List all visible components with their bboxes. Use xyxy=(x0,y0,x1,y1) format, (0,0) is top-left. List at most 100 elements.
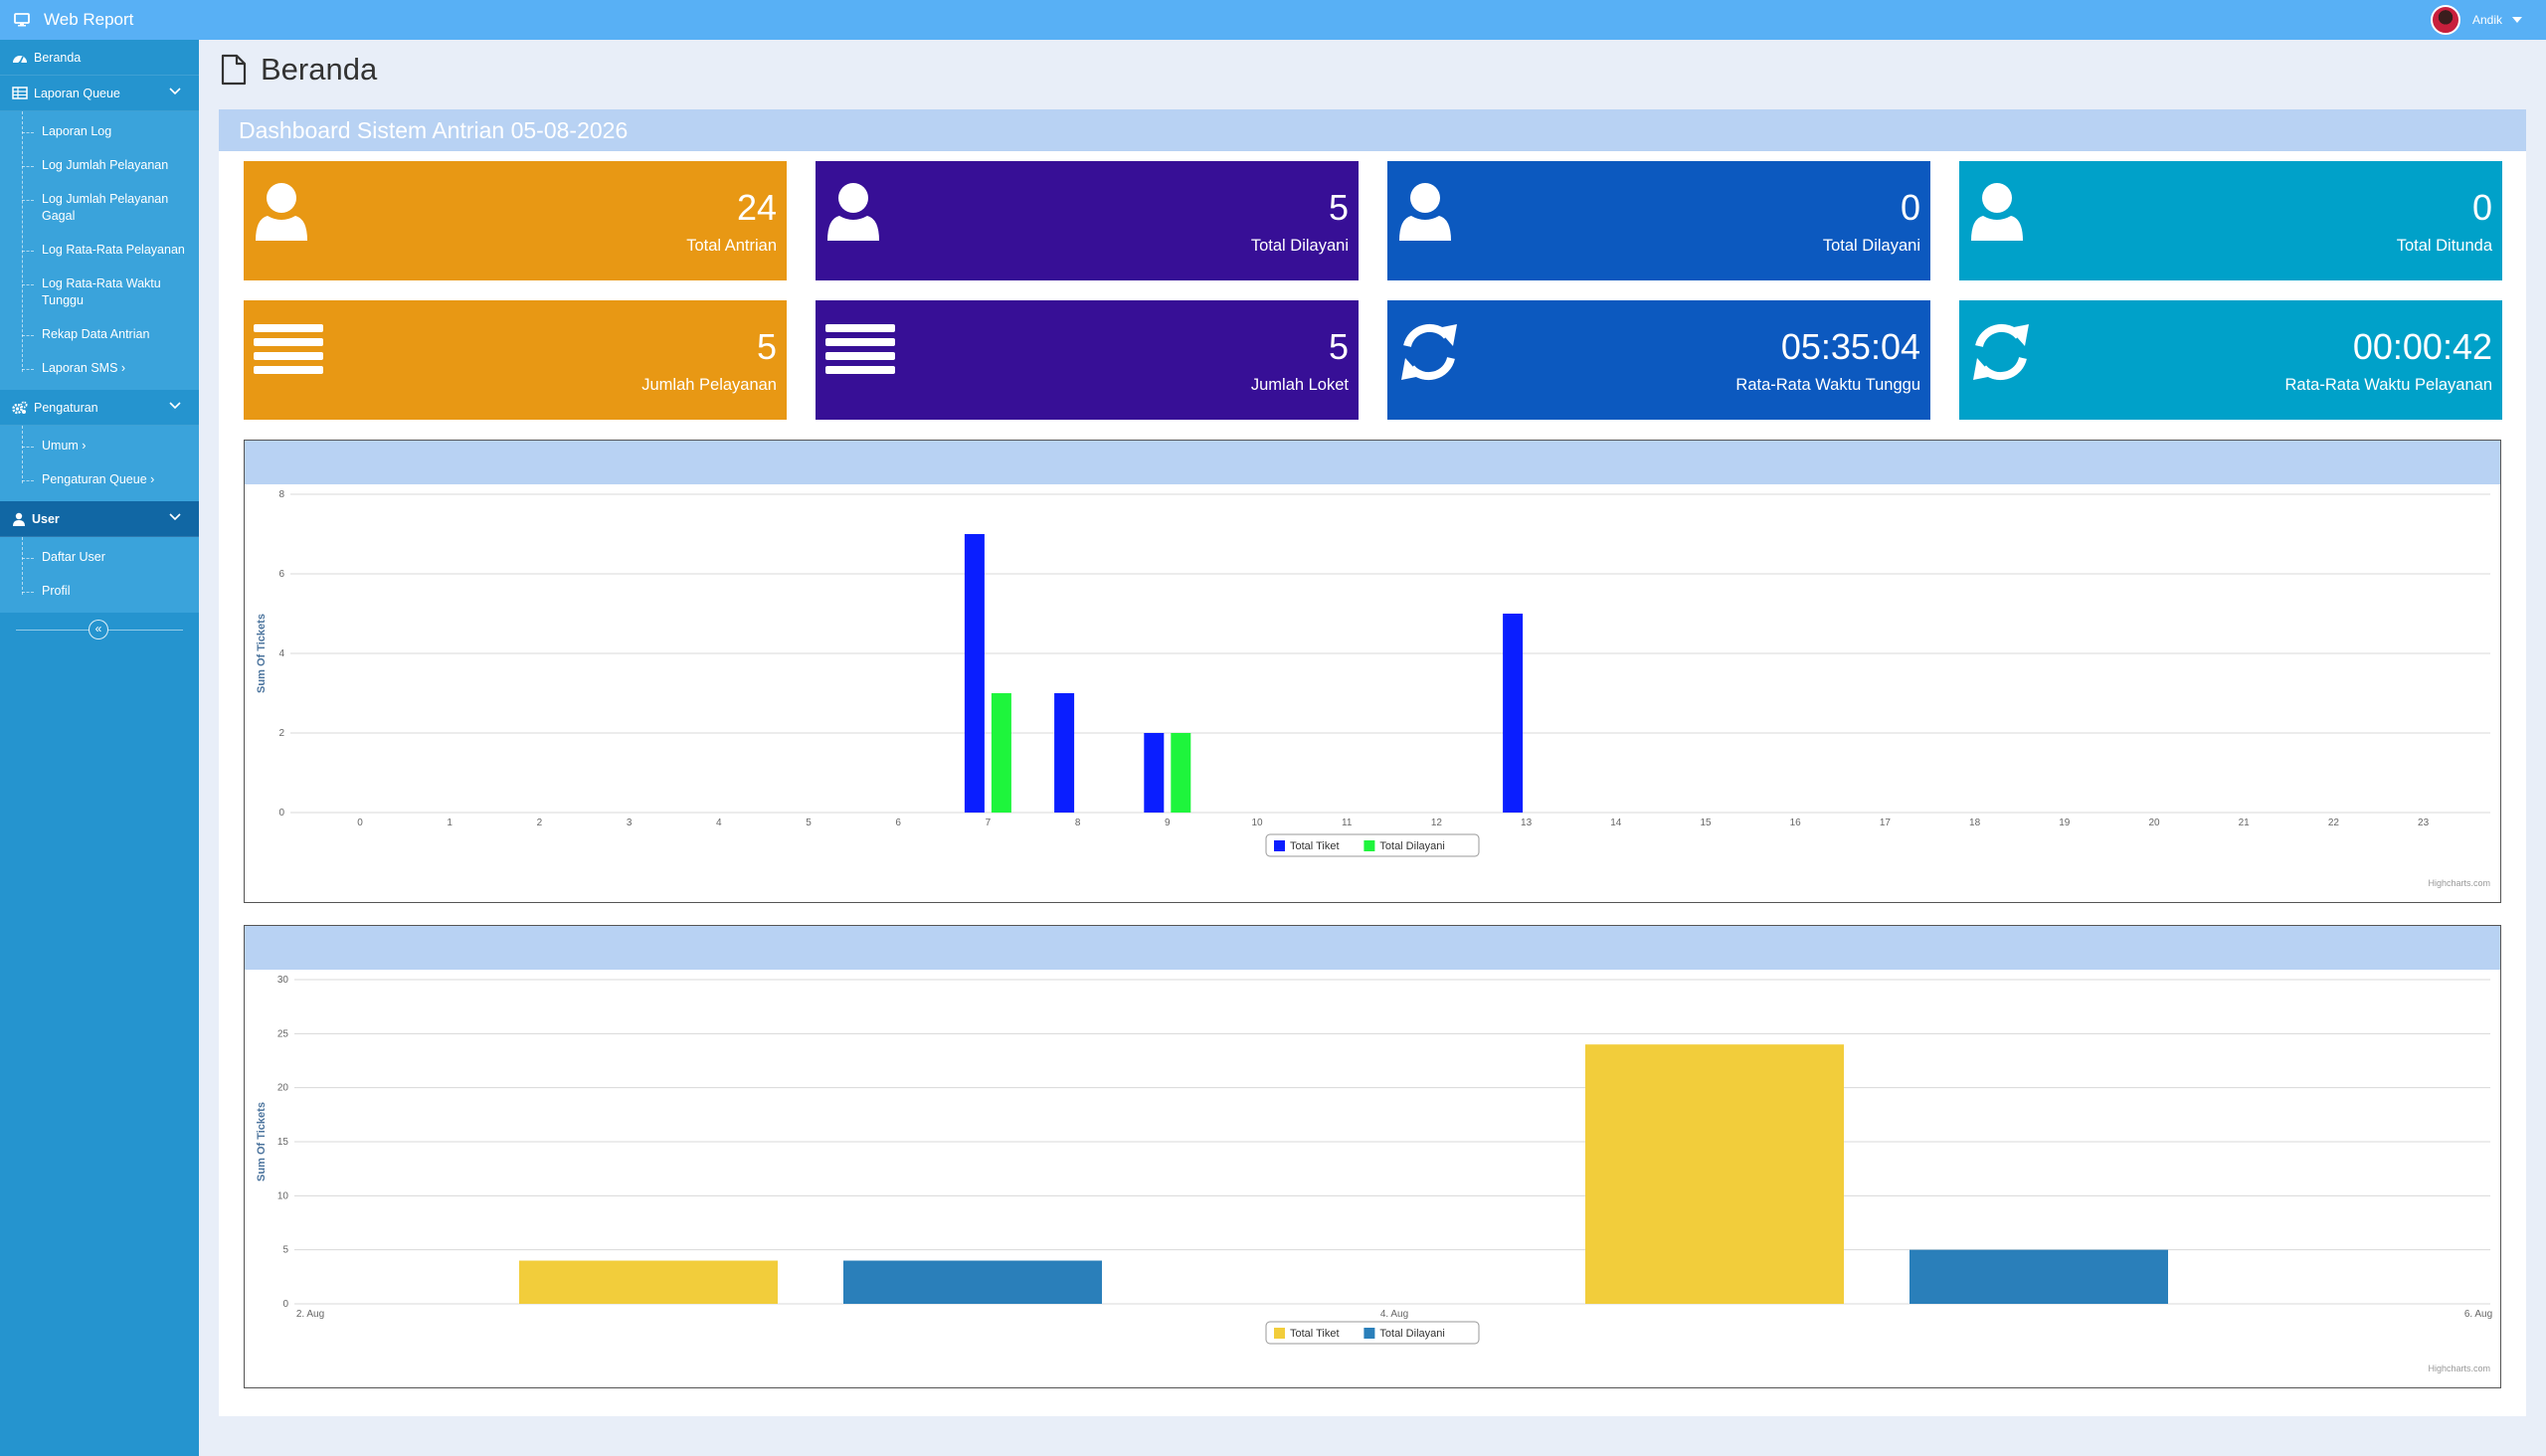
refresh-icon xyxy=(1401,323,1457,381)
stat-value: 0 xyxy=(1900,187,1920,228)
stat-value: 00:00:42 xyxy=(2352,326,2492,367)
sidebar-item-pengaturan[interactable]: Pengaturan xyxy=(0,390,199,426)
user-icon xyxy=(827,183,879,241)
sidebar-subitem-profil[interactable]: Profil xyxy=(0,575,199,609)
bar-total-dilayani-3Aug xyxy=(843,1260,1102,1304)
stat-label: Rata-Rata Waktu Tunggu xyxy=(1735,376,1920,394)
sidebar-subitem-log-jumlah-pelayanan[interactable]: Log Jumlah Pelayanan xyxy=(0,149,199,183)
y-tick-label: 5 xyxy=(282,1245,288,1256)
x-tick-label: 4. Aug xyxy=(1380,1309,1408,1320)
legend-swatch xyxy=(1274,840,1285,851)
x-tick-label: 12 xyxy=(1431,818,1443,828)
stat-card-rata-rata-waktu-tunggu: 05:35:04 Rata-Rata Waktu Tunggu xyxy=(1387,300,1930,420)
y-tick-label: 0 xyxy=(282,1299,288,1310)
bar-total-tiket-8 xyxy=(1054,693,1075,813)
y-axis-title: Sum Of Tickets xyxy=(256,1102,268,1182)
user-icon xyxy=(256,183,307,241)
refresh-icon xyxy=(1973,323,2029,381)
sidebar-item-beranda[interactable]: Beranda xyxy=(0,40,199,76)
x-tick-label: 6 xyxy=(895,818,901,828)
bar-total-tiket-9 xyxy=(1144,733,1165,813)
top-navbar: Web Report Andik xyxy=(0,0,2546,40)
y-tick-label: 15 xyxy=(277,1137,289,1148)
user-name: Andik xyxy=(2471,13,2502,27)
submenu-laporan-queue: Laporan Log Log Jumlah Pelayanan Log Jum… xyxy=(0,111,199,390)
sidebar-item-label: User xyxy=(32,511,60,526)
y-tick-label: 0 xyxy=(278,808,284,819)
bar-total-dilayani-7 xyxy=(991,693,1011,813)
x-tick-label: 17 xyxy=(1880,818,1892,828)
chevron-down-icon xyxy=(169,88,181,95)
bar-total-tiket-7 xyxy=(964,534,985,813)
chevron-down-icon xyxy=(169,513,181,521)
x-tick-label: 16 xyxy=(1790,818,1802,828)
sidebar-item-label: Beranda xyxy=(34,50,82,65)
stat-label: Total Dilayani xyxy=(1250,237,1349,255)
chart-daily-box: 0 5 10 15 20 25 30 Sum Of Tickets 2. Aug 4. Aug 6.… xyxy=(244,925,2501,1388)
chart-daily-header xyxy=(245,926,2500,970)
x-tick-label: 19 xyxy=(2059,818,2071,828)
chevron-down-icon xyxy=(169,402,181,410)
y-tick-label: 30 xyxy=(277,975,289,986)
stat-label: Total Ditunda xyxy=(2396,237,2492,255)
y-tick-label: 8 xyxy=(278,489,284,500)
stat-value: 24 xyxy=(736,187,777,228)
submenu-user: Daftar User Profil xyxy=(0,537,199,613)
sidebar-subitem-laporan-log[interactable]: Laporan Log xyxy=(0,115,199,149)
y-tick-label: 6 xyxy=(278,569,284,580)
user-menu[interactable]: Andik xyxy=(2430,0,2522,40)
x-tick-label: 15 xyxy=(1700,818,1712,828)
sidebar-subitem-daftar-user[interactable]: Daftar User xyxy=(0,541,199,575)
chart-credit: Highcharts.com xyxy=(2428,878,2490,888)
x-tick-label: 6. Aug xyxy=(2464,1309,2492,1320)
sidebar-subitem-rekap-data-antrian[interactable]: Rekap Data Antrian xyxy=(0,318,199,352)
x-tick-label: 13 xyxy=(1521,818,1533,828)
chart-hourly-header xyxy=(245,441,2500,484)
sidebar-collapse-button[interactable]: « xyxy=(89,620,108,639)
gears-icon xyxy=(12,401,28,414)
dashboard-heading: Dashboard Sistem Antrian 05-08-2026 xyxy=(219,109,2526,151)
brand-title: Web Report xyxy=(44,10,134,29)
stat-value: 5 xyxy=(1328,187,1349,228)
legend-swatch xyxy=(1364,1328,1375,1339)
x-tick-label: 22 xyxy=(2328,818,2340,828)
stat-card-total-dilayani-2: 0 Total Dilayani xyxy=(1387,161,1930,280)
sidebar-item-user[interactable]: User xyxy=(0,501,199,537)
sidebar-subitem-log-rata-rata-waktu-tunggu[interactable]: Log Rata-Rata Waktu Tunggu xyxy=(0,268,199,318)
caret-down-icon xyxy=(2512,17,2522,23)
legend-swatch xyxy=(1364,840,1375,851)
sidebar-subitem-laporan-sms[interactable]: Laporan SMS › xyxy=(0,352,199,386)
x-tick-label: 0 xyxy=(357,818,363,828)
legend-item: Total Tiket xyxy=(1290,840,1340,852)
sidebar-item-laporan-queue[interactable]: Laporan Queue xyxy=(0,76,199,111)
brand[interactable]: Web Report xyxy=(0,0,133,40)
x-tick-label: 5 xyxy=(806,818,812,828)
stat-value: 05:35:04 xyxy=(1780,326,1920,367)
bar-total-tiket-5Aug xyxy=(1585,1044,1844,1304)
x-tick-label: 18 xyxy=(1969,818,1981,828)
x-tick-label: 3 xyxy=(627,818,633,828)
table-icon xyxy=(12,87,28,99)
sidebar-subitem-log-rata-rata-pelayanan[interactable]: Log Rata-Rata Pelayanan xyxy=(0,234,199,268)
y-tick-label: 4 xyxy=(278,648,284,659)
monitor-icon xyxy=(14,13,30,27)
list-icon xyxy=(825,324,895,374)
avatar[interactable] xyxy=(2430,5,2460,35)
x-tick-label: 4 xyxy=(716,818,722,828)
submenu-pengaturan: Umum › Pengaturan Queue › xyxy=(0,426,199,501)
y-axis-title: Sum Of Tickets xyxy=(256,614,268,693)
stat-card-jumlah-loket: 5 Jumlah Loket xyxy=(816,300,1359,420)
sidebar-subitem-umum[interactable]: Umum › xyxy=(0,430,199,463)
stat-card-total-antrian: 24 Total Antrian xyxy=(244,161,787,280)
sidebar-item-label: Laporan Queue xyxy=(34,86,120,100)
user-icon xyxy=(1971,183,2023,241)
chart-hourly-box: 0 2 4 6 8 Sum Of Tickets 0 1 2 3 4 5 6 7 8 9 10 11 12 13 14 1… xyxy=(244,440,2501,903)
sidebar-subitem-pengaturan-queue[interactable]: Pengaturan Queue › xyxy=(0,463,199,497)
stat-card-rata-rata-waktu-pelayanan: 00:00:42 Rata-Rata Waktu Pelayanan xyxy=(1959,300,2502,420)
sidebar-item-label: Pengaturan xyxy=(34,400,98,415)
x-tick-label: 7 xyxy=(986,818,992,828)
sidebar-subitem-log-jumlah-pelayanan-gagal[interactable]: Log Jumlah Pelayanan Gagal xyxy=(0,183,199,234)
y-tick-label: 20 xyxy=(277,1083,289,1094)
stat-label: Jumlah Loket xyxy=(1250,376,1349,394)
legend-item: Total Tiket xyxy=(1290,1328,1340,1340)
